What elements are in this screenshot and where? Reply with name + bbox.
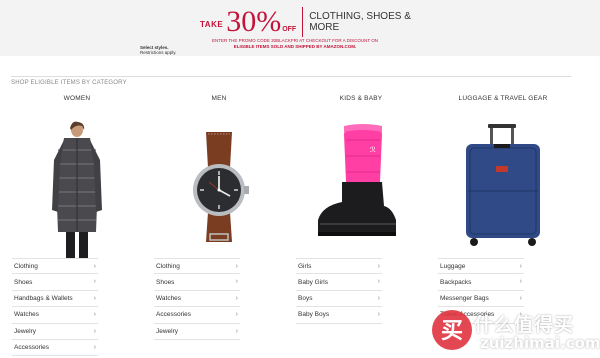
list-item-label: Baby Girls bbox=[298, 278, 328, 286]
list-item-label: Boys bbox=[298, 294, 313, 302]
list-item-jewelry[interactable]: Jewelry › bbox=[154, 324, 240, 340]
chevron-right-icon: › bbox=[93, 263, 96, 270]
product-image-puffer-jacket[interactable] bbox=[12, 120, 142, 260]
list-item-girls[interactable]: Girls › bbox=[296, 258, 382, 275]
watermark-domain: zuizhimai.com bbox=[480, 334, 600, 352]
list-item-label: Clothing bbox=[14, 262, 38, 270]
list-item-label: Jewelry bbox=[14, 327, 37, 335]
category-title[interactable]: KIDS & BABY bbox=[296, 95, 426, 102]
category-link-list: Girls › Baby Girls › Boys › Baby Boys › bbox=[296, 258, 382, 324]
chevron-right-icon: › bbox=[235, 294, 238, 302]
chevron-right-icon: › bbox=[519, 294, 522, 302]
watermark-chinese: 什么值得买 bbox=[474, 314, 575, 336]
list-item-handbags-wallets[interactable]: Handbags & Wallets › bbox=[12, 291, 98, 308]
product-image-rolling-suitcase[interactable] bbox=[438, 120, 568, 260]
svg-text:ℛ: ℛ bbox=[370, 146, 376, 154]
chevron-right-icon: › bbox=[93, 278, 96, 286]
list-item-backpacks[interactable]: Backpacks › bbox=[438, 274, 524, 291]
list-item-label: Baby Boys bbox=[298, 311, 330, 319]
chevron-right-icon: › bbox=[519, 278, 522, 286]
chevron-right-icon: › bbox=[235, 263, 238, 270]
banner-headline: CLOTHING, SHOES & MORE bbox=[309, 11, 411, 33]
list-item-shoes[interactable]: Shoes › bbox=[12, 274, 98, 291]
list-item-shoes[interactable]: Shoes › bbox=[154, 274, 240, 291]
chevron-right-icon: › bbox=[377, 311, 380, 319]
list-item-watches[interactable]: Watches › bbox=[154, 291, 240, 308]
list-item-label: Shoes bbox=[156, 278, 175, 286]
restrictions-text: Restrictions apply. bbox=[140, 50, 177, 55]
list-item-accessories[interactable]: Accessories › bbox=[154, 307, 240, 324]
svg-text:买: 买 bbox=[441, 319, 463, 344]
list-item-messenger-bags[interactable]: Messenger Bags › bbox=[438, 291, 524, 308]
list-item-clothing[interactable]: Clothing › bbox=[12, 258, 98, 275]
section-title: SHOP ELIGIBLE ITEMS BY CATEGORY bbox=[11, 80, 127, 86]
list-item-accessories[interactable]: Accessories › bbox=[12, 340, 98, 357]
list-item-label: Handbags & Wallets bbox=[14, 294, 73, 302]
list-item-label: Jewelry bbox=[156, 327, 179, 335]
list-item-label: Girls bbox=[298, 262, 312, 270]
chevron-right-icon: › bbox=[377, 278, 380, 286]
list-item-watches[interactable]: Watches › bbox=[12, 307, 98, 324]
category-title[interactable]: MEN bbox=[154, 95, 284, 102]
list-item-label: Watches bbox=[156, 294, 182, 302]
list-item-clothing[interactable]: Clothing › bbox=[154, 258, 240, 275]
list-item-label: Accessories bbox=[156, 311, 192, 319]
discount-percent: 30% bbox=[226, 5, 282, 38]
category-link-list: Clothing › Shoes › Watches › Accessories › J… bbox=[154, 258, 240, 340]
list-item-boys[interactable]: Boys › bbox=[296, 291, 382, 308]
list-item-jewelry[interactable]: Jewelry › bbox=[12, 324, 98, 340]
promo-banner[interactable]: TAKE 30% OFF CLOTHING, SHOES & MORE ENTE… bbox=[0, 0, 600, 56]
off-label: OFF bbox=[282, 25, 297, 33]
zhi-badge-icon: 买 bbox=[432, 310, 472, 350]
chevron-right-icon: › bbox=[93, 327, 96, 335]
section-divider bbox=[11, 76, 571, 77]
chevron-right-icon: › bbox=[235, 311, 238, 319]
chevron-right-icon: › bbox=[377, 294, 380, 302]
category-link-list: Clothing › Shoes › Handbags & Wallets › Wat… bbox=[12, 258, 98, 357]
chevron-right-icon: › bbox=[235, 327, 238, 335]
list-item-baby-boys[interactable]: Baby Boys › bbox=[296, 307, 382, 324]
list-item-label: Accessories bbox=[14, 344, 50, 352]
chevron-right-icon: › bbox=[377, 263, 380, 270]
list-item-label: Watches bbox=[14, 311, 40, 319]
list-item-label: Messenger Bags bbox=[440, 294, 489, 302]
list-item-label: Clothing bbox=[156, 262, 180, 270]
take-label: TAKE bbox=[200, 19, 224, 29]
list-item-label: Backpacks bbox=[440, 278, 472, 286]
restrictions-note: Select styles. Restrictions apply. bbox=[140, 45, 176, 55]
promo-headline-row: TAKE 30% OFF CLOTHING, SHOES & MORE bbox=[200, 4, 413, 40]
chevron-right-icon: › bbox=[93, 311, 96, 319]
list-item-label: Shoes bbox=[14, 278, 33, 286]
chevron-right-icon: › bbox=[93, 343, 96, 351]
product-image-wristwatch[interactable] bbox=[154, 120, 284, 260]
site-watermark: 买 什么值得买 zuizhimai.com bbox=[428, 306, 600, 358]
banner-divider bbox=[302, 7, 304, 37]
chevron-right-icon: › bbox=[519, 263, 522, 270]
list-item-label: Luggage bbox=[440, 262, 466, 270]
product-image-snow-boot[interactable]: ℛ bbox=[296, 120, 426, 260]
list-item-baby-girls[interactable]: Baby Girls › bbox=[296, 274, 382, 291]
promo-eligibility-text: ELIGIBLE ITEMS SOLD AND SHIPPED BY AMAZO… bbox=[233, 44, 357, 49]
list-item-luggage[interactable]: Luggage › bbox=[438, 258, 524, 275]
chevron-right-icon: › bbox=[235, 278, 238, 286]
category-title[interactable]: WOMEN bbox=[12, 95, 142, 102]
chevron-right-icon: › bbox=[93, 294, 96, 302]
category-title[interactable]: LUGGAGE & TRAVEL GEAR bbox=[438, 95, 568, 102]
